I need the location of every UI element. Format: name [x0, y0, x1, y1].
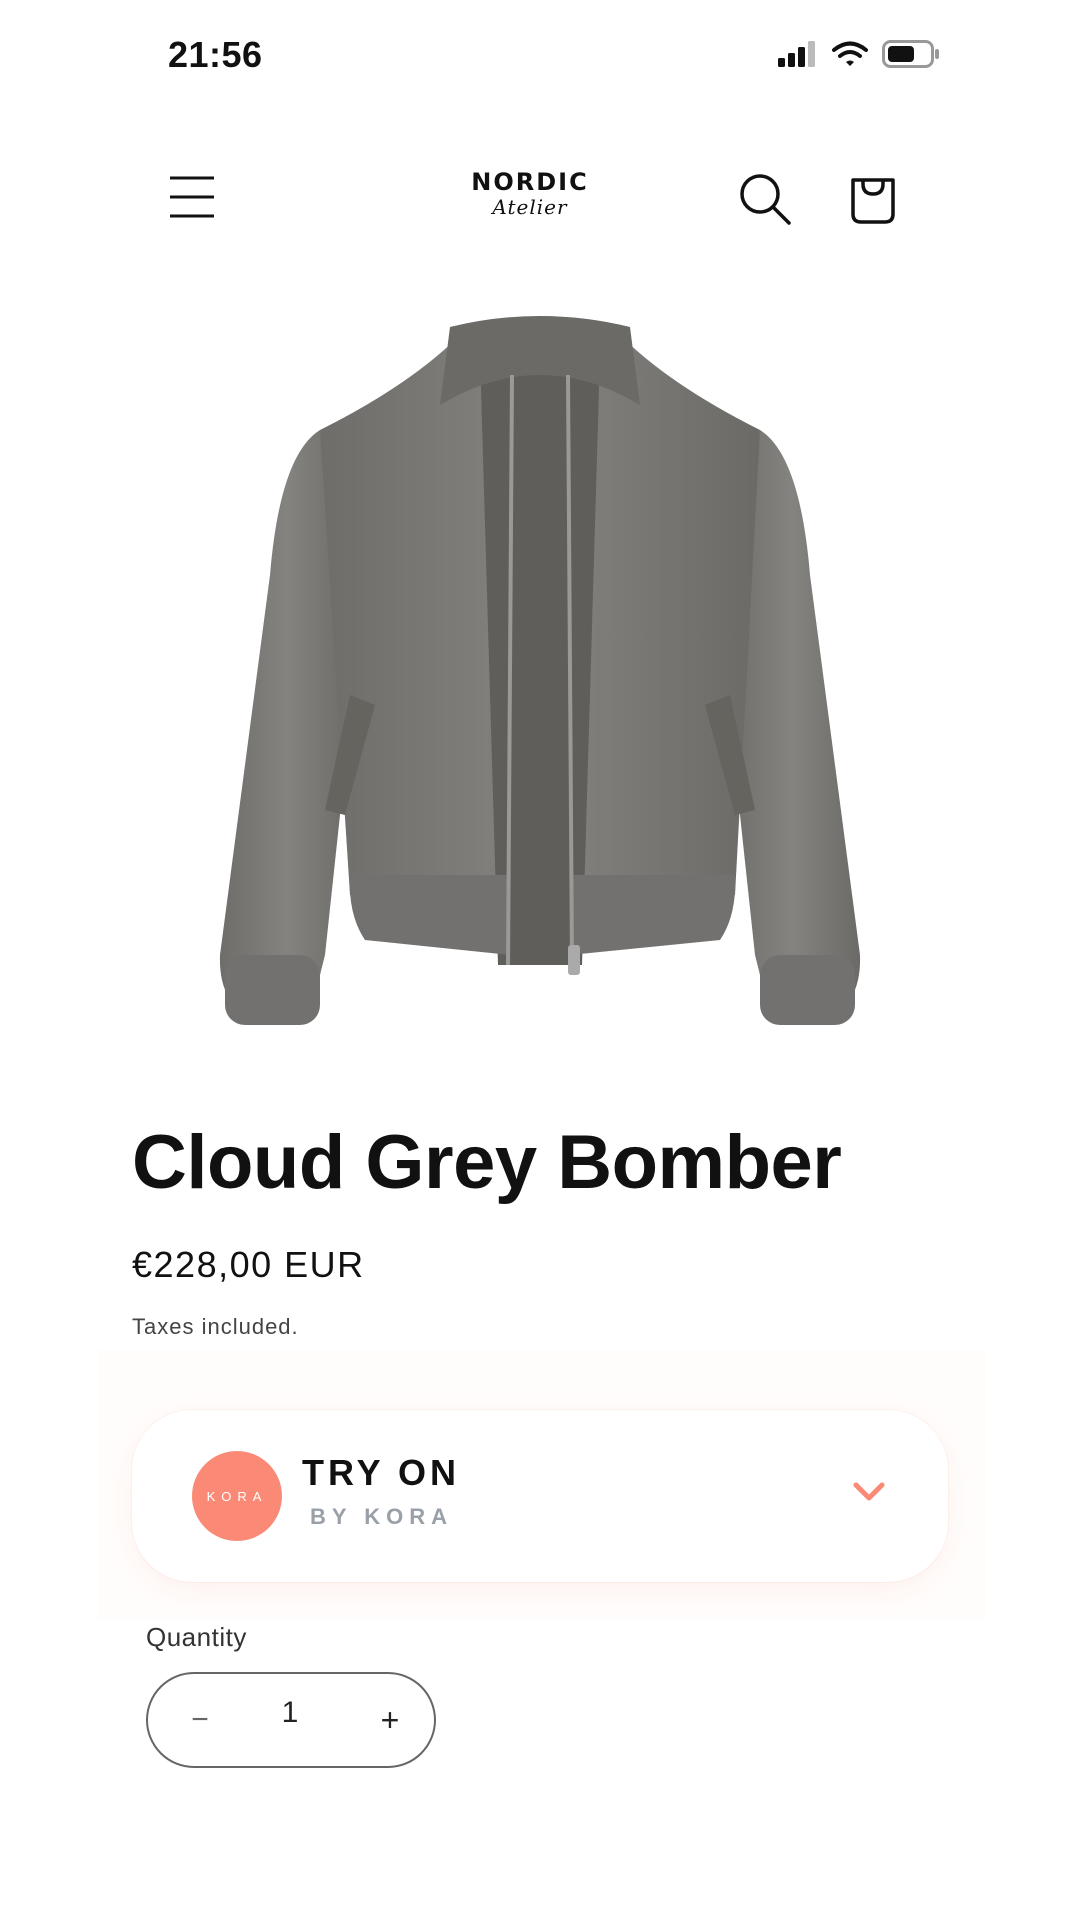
status-icons	[778, 40, 940, 68]
brand-logo[interactable]: NORDIC Atelier	[470, 168, 590, 218]
product-title: Cloud Grey Bomber	[132, 1120, 842, 1205]
quantity-decrease-button[interactable]: −	[172, 1692, 228, 1748]
try-on-title: TRY ON	[302, 1452, 461, 1493]
shopping-bag-icon[interactable]	[848, 170, 898, 224]
wifi-icon	[832, 41, 868, 66]
battery-icon	[882, 40, 939, 68]
product-price: €228,00 EUR	[132, 1244, 365, 1285]
chevron-down-icon[interactable]	[852, 1480, 886, 1504]
quantity-label: Quantity	[146, 1622, 247, 1652]
cellular-signal-icon	[778, 41, 815, 67]
kora-logo-badge: KORA	[192, 1451, 282, 1541]
brand-name: NORDIC	[471, 168, 589, 196]
try-on-subtitle: BY KORA	[310, 1504, 454, 1529]
hamburger-menu-icon[interactable]	[168, 174, 216, 220]
search-icon[interactable]	[738, 172, 792, 226]
quantity-value[interactable]: 1	[270, 1696, 310, 1730]
quantity-increase-button[interactable]: +	[362, 1692, 418, 1748]
tax-note: Taxes included.	[132, 1314, 299, 1339]
brand-subtitle: Atelier	[492, 195, 568, 219]
status-time: 21:56	[168, 34, 263, 75]
grey-bomber-jacket-image[interactable]	[210, 315, 870, 1035]
